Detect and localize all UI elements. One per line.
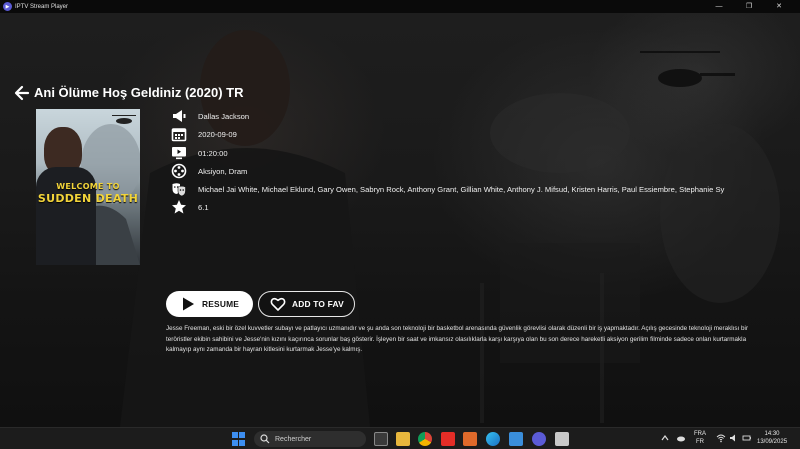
search-placeholder: Rechercher [275, 435, 312, 443]
resume-button[interactable]: RESUME [166, 291, 253, 317]
poster-title-line2: SUDDEN DEATH [37, 192, 139, 205]
megaphone-icon [173, 110, 186, 122]
keyboard-layout: FR [696, 439, 704, 445]
cast-row: Michael Jai White, Michael Eklund, Gary … [171, 181, 724, 197]
director-text: Dallas Jackson [198, 111, 250, 121]
close-button[interactable]: ✕ [764, 0, 794, 13]
rating-text: 6.1 [198, 202, 209, 212]
notepad-icon[interactable] [509, 432, 523, 446]
app-logo-icon: ▶ [3, 2, 12, 11]
star-icon [172, 200, 186, 214]
chevron-up-icon[interactable] [660, 433, 670, 443]
add-to-fav-button[interactable]: ADD TO FAV [258, 291, 355, 317]
release-date-row: 2020-09-09 [171, 126, 237, 142]
search-icon [260, 434, 270, 444]
duration-text: 01:20:00 [198, 148, 228, 158]
add-to-fav-label: ADD TO FAV [292, 299, 344, 309]
movie-poster: WELCOME TO SUDDEN DEATH [36, 109, 140, 265]
calendar-icon [171, 128, 187, 142]
wifi-icon[interactable] [716, 433, 726, 443]
volume-icon[interactable] [729, 433, 739, 443]
file-explorer-icon[interactable] [396, 432, 410, 446]
release-date-text: 2020-09-09 [198, 129, 237, 139]
theater-masks-icon [172, 183, 186, 197]
window-controls: — ❐ ✕ [704, 0, 794, 13]
director-row: Dallas Jackson [171, 108, 249, 124]
duration-row: 01:20:00 [171, 145, 228, 161]
chrome-icon[interactable] [418, 432, 432, 446]
movie-title: Ani Ölüme Hoş Geldiniz (2020) TR [34, 85, 244, 100]
task-view-icon[interactable] [374, 432, 388, 446]
cast-text: Michael Jai White, Michael Eklund, Gary … [198, 184, 725, 194]
app-orange-icon[interactable] [463, 432, 477, 446]
weather-cloud-icon[interactable] [676, 433, 686, 443]
genre-row: Aksiyon, Dram [171, 163, 247, 179]
taskbar-search-box[interactable]: Rechercher [254, 431, 366, 447]
minimize-button[interactable]: — [704, 0, 734, 13]
clock-time: 14:30 [764, 431, 780, 437]
window-title: IPTV Stream Player [15, 3, 69, 10]
genre-text: Aksiyon, Dram [198, 166, 248, 176]
edge-icon[interactable] [486, 432, 500, 446]
language-code: FRA [694, 431, 706, 437]
clock-date: 13/09/2025 [757, 439, 788, 445]
rating-row: 6.1 [171, 199, 209, 215]
iptv-player-taskbar-icon[interactable] [532, 432, 546, 446]
language-indicator[interactable]: FRA FR [694, 430, 706, 446]
monitor-icon [172, 147, 186, 160]
youtube-icon[interactable] [441, 432, 455, 446]
taskbar: Rechercher FRA FR 14:30 13/09/2025 [0, 427, 800, 449]
play-icon [183, 297, 194, 311]
heart-icon [270, 297, 286, 311]
movie-description: Jesse Freeman, eski bir özel kuvvetler s… [166, 325, 749, 353]
app-gray-icon[interactable] [555, 432, 569, 446]
back-arrow-icon[interactable] [14, 85, 30, 101]
battery-icon[interactable] [742, 433, 752, 443]
film-reel-icon [171, 163, 187, 179]
resume-label: RESUME [202, 299, 240, 309]
title-bar: ▶ IPTV Stream Player — ❐ ✕ [0, 0, 800, 13]
system-clock[interactable]: 14:30 13/09/2025 [757, 430, 787, 446]
maximize-button[interactable]: ❐ [734, 0, 764, 13]
poster-title-line1: WELCOME TO [56, 182, 120, 191]
windows-start-icon[interactable] [232, 432, 246, 446]
